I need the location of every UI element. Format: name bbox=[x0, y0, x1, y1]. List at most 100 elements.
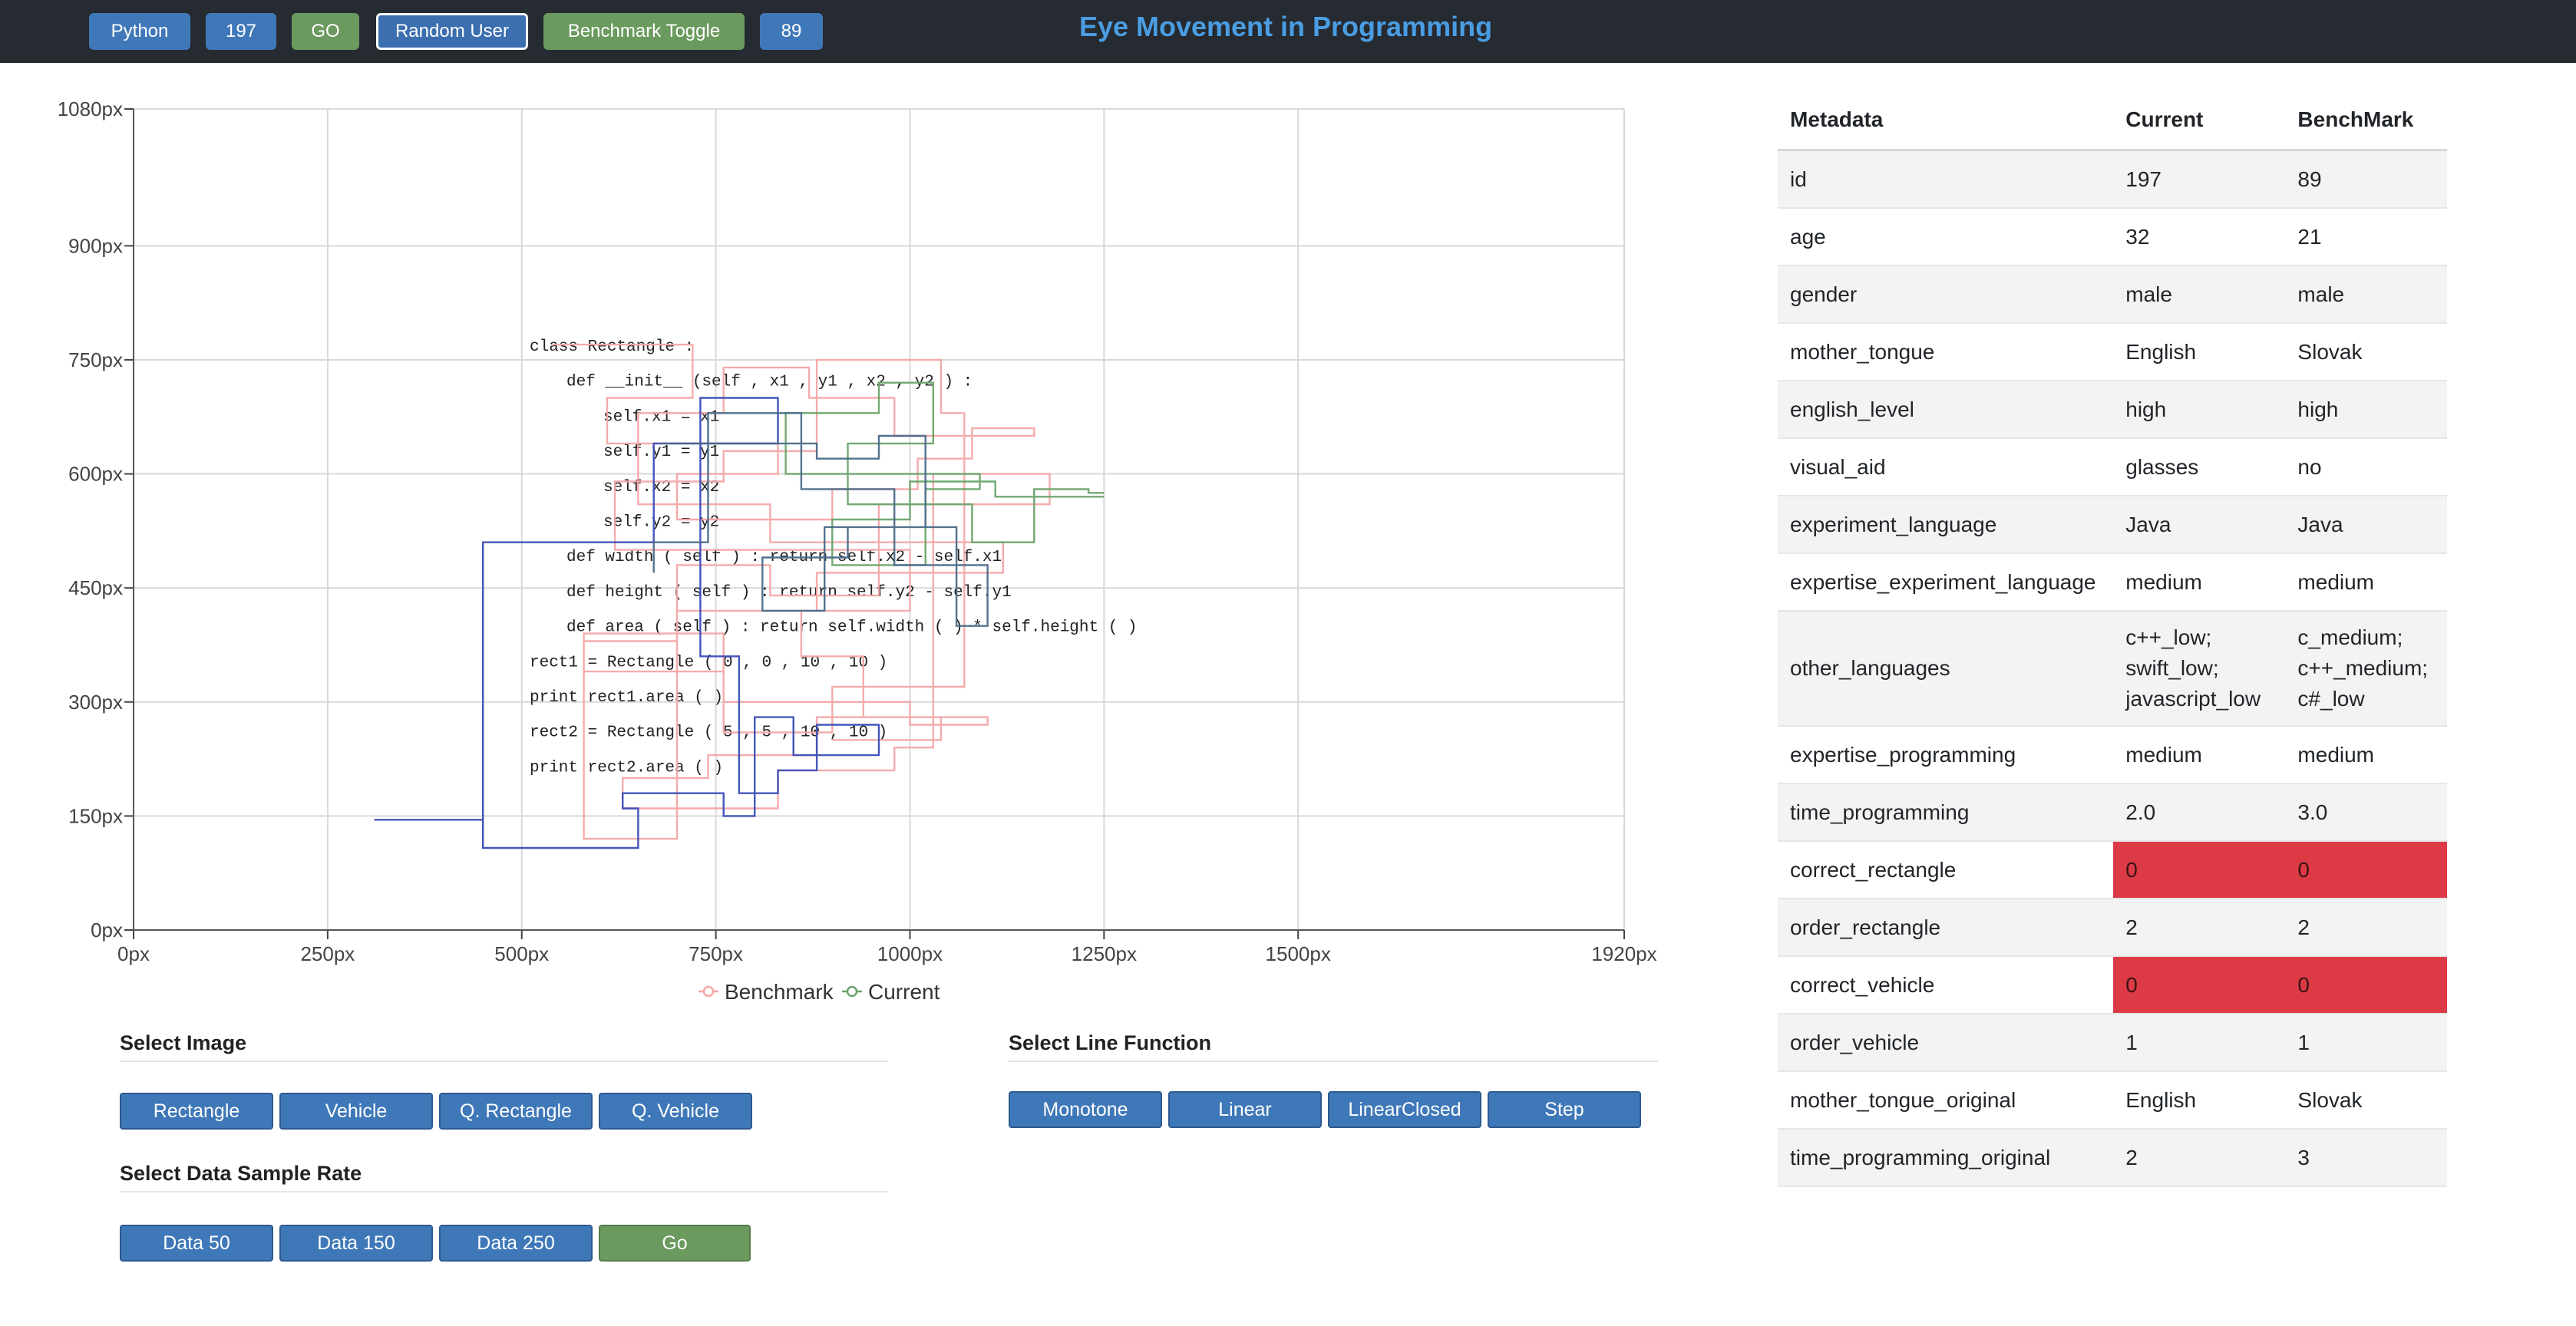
current-value-cell: 2 bbox=[2113, 899, 2286, 957]
current-id-button[interactable]: 197 bbox=[206, 13, 276, 50]
app-title: Eye Movement in Programming bbox=[1078, 11, 1493, 42]
benchmark-value-cell: medium bbox=[2285, 553, 2447, 612]
y-tick-label: 1080px bbox=[58, 97, 123, 120]
select-sample-rate-rule bbox=[120, 1191, 887, 1192]
metadata-key-cell: correct_rectangle bbox=[1778, 841, 2114, 899]
benchmark-value-cell: 2 bbox=[2285, 899, 2447, 957]
metadata-key-cell: correct_vehicle bbox=[1778, 956, 2114, 1014]
x-tick-label: 250px bbox=[300, 942, 355, 965]
metadata-row-gender: gender male male bbox=[1778, 266, 2447, 324]
line-linear-closed-button[interactable]: LinearClosed bbox=[1328, 1091, 1481, 1128]
metadata-column-header: Metadata bbox=[1778, 91, 2114, 151]
eye-movement-chart: 0px 250px 500px 750px 1000px 1250px 1500px 1920… bbox=[58, 97, 1657, 1004]
current-value-cell: c++_low; swift_low; javascript_low bbox=[2113, 611, 2286, 727]
benchmark-value-cell: Slovak bbox=[2285, 323, 2447, 381]
current-value-cell: medium bbox=[2113, 726, 2286, 784]
benchmark-value-cell: 3 bbox=[2285, 1129, 2447, 1187]
metadata-row-correct-vehicle: correct_vehicle 0 0 bbox=[1778, 956, 2447, 1014]
code-line: print rect1.area ( ) bbox=[530, 689, 723, 707]
benchmark-value-cell: 89 bbox=[2285, 150, 2447, 209]
metadata-key-cell: time_programming bbox=[1778, 783, 2114, 842]
benchmark-id-button[interactable]: 89 bbox=[760, 13, 823, 50]
go-button[interactable]: GO bbox=[292, 13, 359, 50]
metadata-row-expertise-experiment-language: expertise_experiment_language medium mediu… bbox=[1778, 553, 2447, 612]
metadata-row-visual-aid: visual_aid glasses no bbox=[1778, 438, 2447, 496]
line-monotone-button[interactable]: Monotone bbox=[1009, 1091, 1162, 1128]
metadata-key-cell: gender bbox=[1778, 266, 2114, 324]
metadata-key-cell: english_level bbox=[1778, 381, 2114, 439]
image-vehicle-button[interactable]: Vehicle bbox=[279, 1093, 433, 1130]
metadata-key-cell: order_rectangle bbox=[1778, 899, 2114, 957]
line-step-button[interactable]: Step bbox=[1488, 1091, 1641, 1128]
chart-legend: Benchmark Current bbox=[698, 980, 940, 1004]
x-tick-label: 500px bbox=[494, 942, 549, 965]
current-value-cell: medium bbox=[2113, 553, 2286, 612]
x-tick-label: 1250px bbox=[1072, 942, 1137, 965]
metadata-key-cell: time_programming_original bbox=[1778, 1129, 2114, 1187]
metadata-row-other-languages: other_languages c++_low; swift_low; javascr… bbox=[1778, 611, 2447, 727]
benchmark-value-cell: no bbox=[2285, 438, 2447, 496]
code-line: def height ( self ) : return self.y2 - s… bbox=[566, 584, 1012, 602]
current-column-header: Current bbox=[2113, 91, 2286, 151]
metadata-row-english-level: english_level high high bbox=[1778, 381, 2447, 439]
metadata-row-order-rectangle: order_rectangle 2 2 bbox=[1778, 899, 2447, 957]
y-tick-label: 300px bbox=[68, 691, 123, 714]
data-250-button[interactable]: Data 250 bbox=[439, 1225, 593, 1262]
select-image-rule bbox=[120, 1060, 887, 1062]
select-line-function-rule bbox=[1009, 1060, 1658, 1062]
y-tick-label: 150px bbox=[68, 804, 123, 827]
legend-swatch-marker bbox=[702, 985, 715, 998]
metadata-row-time-programming-original: time_programming_original 2 3 bbox=[1778, 1129, 2447, 1187]
image-q-vehicle-button[interactable]: Q. Vehicle bbox=[599, 1093, 752, 1130]
metadata-key-cell: age bbox=[1778, 208, 2114, 266]
x-tick-label: 1000px bbox=[877, 942, 943, 965]
metadata-row-age: age 32 21 bbox=[1778, 208, 2447, 266]
y-tick-label: 600px bbox=[68, 463, 123, 486]
x-tick-label: 1920px bbox=[1591, 942, 1656, 965]
data-150-button[interactable]: Data 150 bbox=[279, 1225, 433, 1262]
code-line: self.y2 = y2 bbox=[603, 514, 719, 532]
metadata-key-cell: mother_tongue bbox=[1778, 323, 2114, 381]
metadata-key-cell: expertise_programming bbox=[1778, 726, 2114, 784]
metadata-key-cell: experiment_language bbox=[1778, 496, 2114, 554]
image-rectangle-button[interactable]: Rectangle bbox=[120, 1093, 273, 1130]
benchmark-value-cell: high bbox=[2285, 381, 2447, 439]
current-value-cell: Java bbox=[2113, 496, 2286, 554]
current-value-cell: 1 bbox=[2113, 1014, 2286, 1072]
metadata-row-correct-rectangle: correct_rectangle 0 0 bbox=[1778, 841, 2447, 899]
line-linear-button[interactable]: Linear bbox=[1168, 1091, 1322, 1128]
y-tick-label: 750px bbox=[68, 348, 123, 371]
benchmark-value-cell: 21 bbox=[2285, 208, 2447, 266]
benchmark-column-header: BenchMark bbox=[2285, 91, 2447, 151]
language-button[interactable]: Python bbox=[89, 13, 190, 50]
metadata-key-cell: mother_tongue_original bbox=[1778, 1071, 2114, 1130]
benchmark-toggle-button[interactable]: Benchmark Toggle bbox=[543, 13, 745, 50]
current-value-cell: 0 bbox=[2113, 841, 2286, 899]
select-image-title: Select Image bbox=[120, 1031, 247, 1054]
x-tick-label: 0px bbox=[117, 942, 150, 965]
current-value-cell: glasses bbox=[2113, 438, 2286, 496]
data-50-button[interactable]: Data 50 bbox=[120, 1225, 273, 1262]
benchmark-value-cell: Slovak bbox=[2285, 1071, 2447, 1130]
legend-swatch-marker bbox=[846, 985, 858, 998]
metadata-key-cell: expertise_experiment_language bbox=[1778, 553, 2114, 612]
code-line: self.y1 = y1 bbox=[603, 444, 719, 461]
current-value-cell: English bbox=[2113, 323, 2286, 381]
image-q-rectangle-button[interactable]: Q. Rectangle bbox=[439, 1093, 593, 1130]
random-user-button[interactable]: Random User bbox=[376, 13, 528, 50]
current-value-cell: 2 bbox=[2113, 1129, 2286, 1187]
metadata-header-row: Metadata Current BenchMark bbox=[1778, 91, 2447, 151]
legend-label: Benchmark bbox=[725, 980, 834, 1004]
chart-axes: 0px 250px 500px 750px 1000px 1250px 1500px 1920… bbox=[58, 97, 1657, 965]
current-value-cell: 0 bbox=[2113, 956, 2286, 1014]
current-value-cell: 197 bbox=[2113, 150, 2286, 209]
sample-rate-go-button[interactable]: Go bbox=[599, 1225, 751, 1262]
benchmark-value-cell: medium bbox=[2285, 726, 2447, 784]
metadata-key-cell: order_vehicle bbox=[1778, 1014, 2114, 1072]
metadata-row-mother-tongue-original: mother_tongue_original English Slovak bbox=[1778, 1071, 2447, 1130]
benchmark-value-cell: 3.0 bbox=[2285, 783, 2447, 842]
metadata-key-cell: visual_aid bbox=[1778, 438, 2114, 496]
metadata-row-order-vehicle: order_vehicle 1 1 bbox=[1778, 1014, 2447, 1072]
x-tick-label: 1500px bbox=[1266, 942, 1331, 965]
code-line: print rect2.area ( ) bbox=[530, 759, 723, 777]
